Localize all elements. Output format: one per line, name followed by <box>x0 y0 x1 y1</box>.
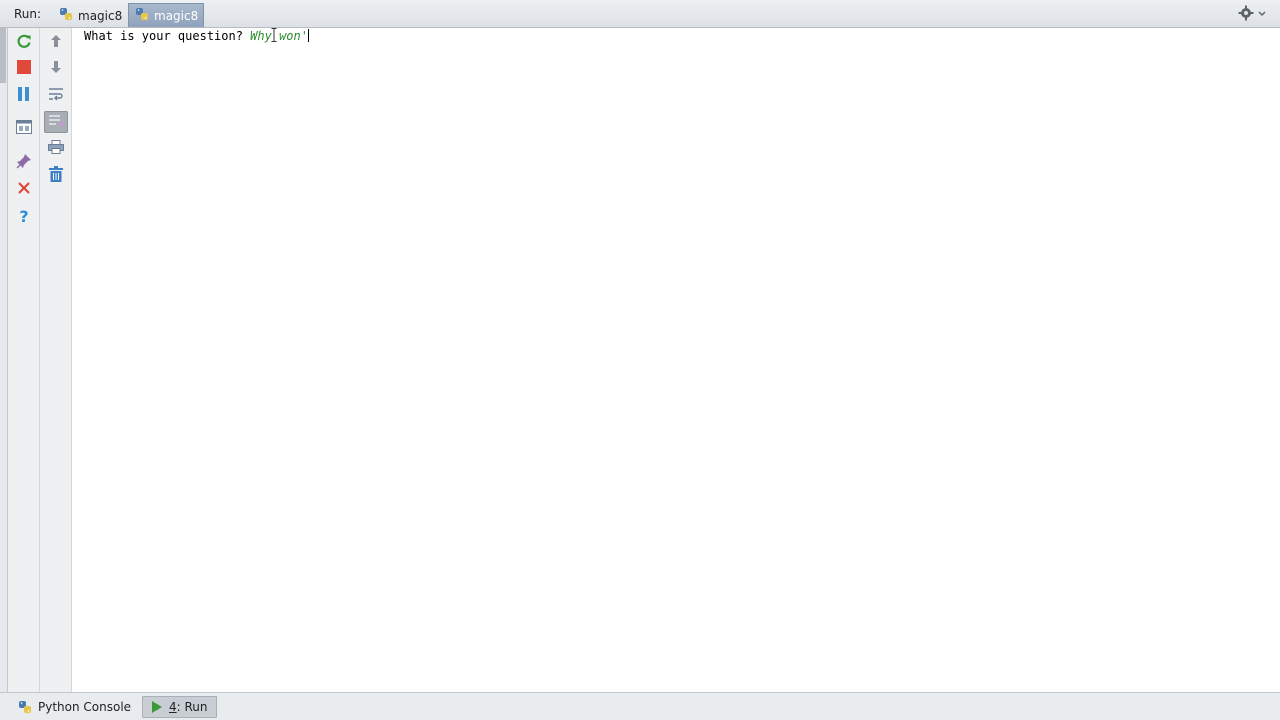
clear-all-button[interactable] <box>44 164 68 186</box>
run-tab-label: : Run <box>176 700 208 714</box>
pause-button[interactable] <box>12 84 36 106</box>
soft-wrap-icon <box>48 87 64 104</box>
soft-wrap-button[interactable] <box>44 84 68 106</box>
pin-button[interactable] <box>12 151 36 173</box>
run-tab-number: 4 <box>169 700 177 714</box>
run-actions-toolbar: ? <box>8 28 40 692</box>
restore-layout-icon <box>16 119 32 137</box>
up-arrow-icon <box>50 34 62 51</box>
run-header-bar: Run: magic8 magic8 <box>0 0 1280 28</box>
print-icon <box>48 139 64 157</box>
run-tool-window: Run: magic8 magic8 ? What is your questi… <box>0 0 1280 720</box>
left-edge-strip <box>0 28 8 692</box>
mouse-ibeam-cursor-icon <box>271 28 277 42</box>
stop-button[interactable] <box>12 57 36 79</box>
print-button[interactable] <box>44 137 68 159</box>
run-tab-magic8-active[interactable]: magic8 <box>128 3 204 27</box>
down-arrow-icon <box>50 60 62 77</box>
tab-label: magic8 <box>78 8 123 23</box>
rerun-icon <box>16 33 32 52</box>
pin-icon <box>16 153 32 172</box>
up-stack-button[interactable] <box>44 31 68 53</box>
trash-icon <box>49 165 63 185</box>
run-tab[interactable]: 4: Run <box>142 696 217 718</box>
run-tab-magic8-inactive[interactable]: magic8 <box>52 3 126 27</box>
chevron-down-icon[interactable] <box>1258 9 1266 17</box>
python-icon <box>135 7 149 24</box>
python-icon <box>18 700 32 714</box>
restore-layout-button[interactable] <box>12 117 36 139</box>
console-prompt: What is your question? <box>84 29 251 43</box>
close-button[interactable] <box>12 178 36 200</box>
console-actions-toolbar <box>40 28 72 692</box>
tool-window-bar: Python Console 4: Run <box>0 692 1280 720</box>
side-panel-marker[interactable] <box>0 28 6 83</box>
help-button[interactable]: ? <box>12 205 36 227</box>
python-icon <box>59 7 73 24</box>
text-caret <box>307 29 309 42</box>
gear-icon[interactable] <box>1238 5 1254 21</box>
scroll-to-end-button[interactable] <box>44 111 68 133</box>
console-user-input: Why won' <box>250 29 308 43</box>
play-icon <box>151 700 163 714</box>
python-console-tab[interactable]: Python Console <box>10 696 139 718</box>
stop-icon <box>17 59 31 77</box>
console-output[interactable]: What is your question? Why won' <box>72 28 1280 692</box>
pause-icon <box>18 86 30 104</box>
python-console-label: Python Console <box>38 700 132 714</box>
tab-label: magic8 <box>154 8 199 23</box>
rerun-button[interactable] <box>12 31 36 53</box>
help-icon: ? <box>19 206 29 226</box>
scroll-to-end-icon <box>48 114 64 131</box>
down-stack-button[interactable] <box>44 57 68 79</box>
close-icon <box>18 181 30 197</box>
run-label: Run: <box>14 7 42 21</box>
